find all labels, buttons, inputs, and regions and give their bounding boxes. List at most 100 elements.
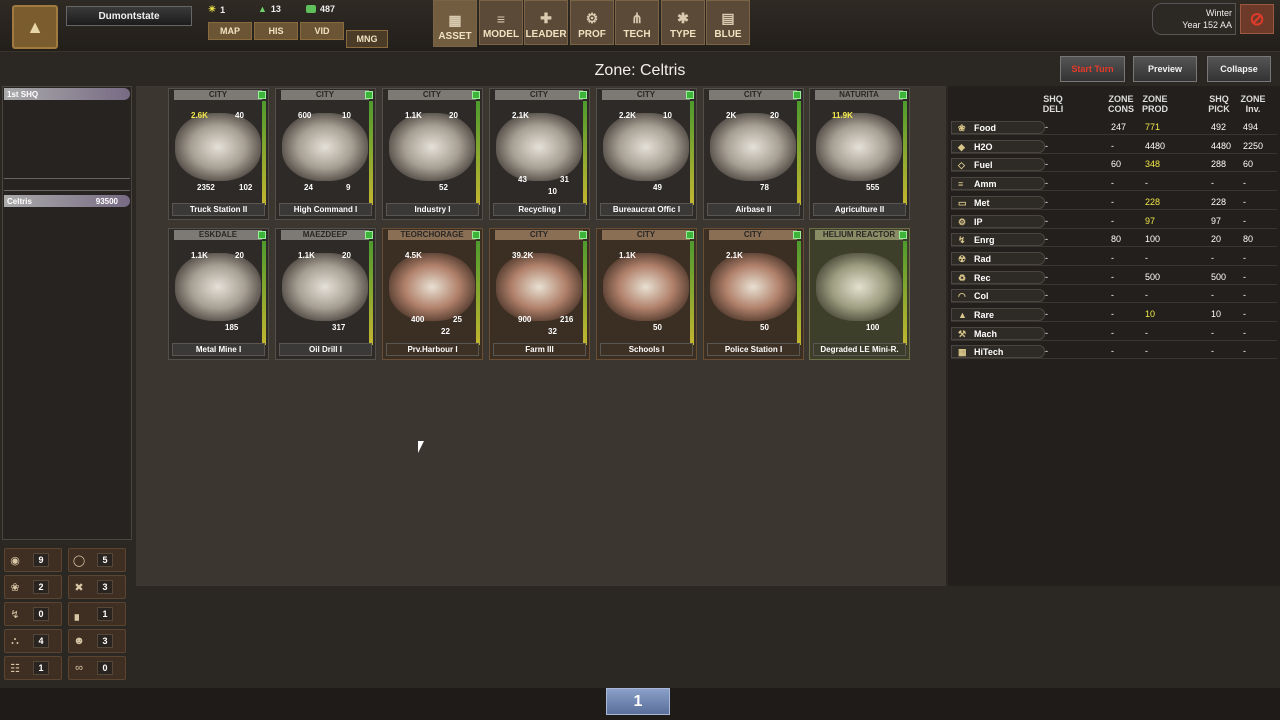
status-bar [476,241,480,345]
group-header-shq[interactable]: 1st SHQ [4,88,130,100]
card-value: 216 [560,315,574,324]
document-icon: ▤ [721,10,735,26]
nav-blue[interactable]: ▤ BLUE [706,0,750,45]
card-type: CITY [709,90,797,100]
status-led-icon [686,231,694,239]
nav-model[interactable]: ≡ MODEL [479,0,523,45]
asset-card[interactable]: HELIUM REACTOR 100 Degraded LE Mini-R. [809,228,910,360]
asset-card[interactable]: CITY 2K 20 78 Airbase II [703,88,804,220]
tab-mng[interactable]: MNG [346,30,388,48]
season-label: Winter [1205,8,1232,18]
status-led-icon [793,231,801,239]
nav-type[interactable]: ✱ TYPE [661,0,705,45]
header-line: ZONE [1240,94,1266,104]
nav-asset[interactable]: ▦ ASSET [433,0,477,47]
collapse-button[interactable]: Collapse [1207,56,1271,82]
card-value: 20 [449,111,458,120]
resource-row[interactable]: ◠ Col - - - - - [951,288,1277,304]
zone-item-celtris[interactable]: Celtris 93500 [4,195,130,207]
table-cell: - [1243,252,1246,263]
resource-label: ⚙ IP [951,214,1045,228]
resource-row[interactable]: ◇ Fuel -60 348 288 60 [951,157,1277,173]
asset-card[interactable]: CITY 2.6K 40 2352 102 Truck Station II [168,88,269,220]
nav-prof[interactable]: ⚙ PROF [570,0,614,45]
stat-bank: ⛬ 4 [4,629,62,653]
resource-cash: 487 [306,4,335,14]
card-value: 39.2K [512,251,534,260]
tab-his[interactable]: HIS [254,22,298,40]
asset-card[interactable]: CITY 1.1K 50 Schools I [596,228,697,360]
resource-row[interactable]: ⚙ IP - -97 97- [951,214,1277,229]
asset-card[interactable]: TEORCHORAGE 4.5K 400 25 22 Prv.Harbour I [382,228,483,360]
card-name: Prv.Harbour I [386,343,479,356]
table-cell: - [1045,196,1048,207]
start-turn-button[interactable]: Start Turn [1060,56,1125,82]
stat-value: 3 [97,634,113,648]
resource-label: ◆ H2O [951,139,1045,153]
table-cell: 60 [1111,159,1122,170]
asset-card[interactable]: CITY 2.2K 10 49 Bureaucrat Offic I [596,88,697,220]
card-value: 2352 [197,183,215,192]
resource-label: ▦ HiTech [951,345,1045,359]
nation-name[interactable]: Dumontstate [66,6,192,26]
card-name: Truck Station II [172,203,265,216]
radiation-icon: ☢ [958,253,967,264]
tab-vid[interactable]: VID [300,22,344,40]
header-line: ZONE [1108,94,1134,104]
card-value: 10 [548,187,557,196]
asset-card[interactable]: CITY 2.1K 50 Police Station I [703,228,804,360]
asset-image [710,113,796,181]
asset-card[interactable]: MAEZDEEP 1.1K 20 317 Oil Drill I [275,228,376,360]
status-bar [903,241,907,345]
beaker-icon: ▲ [258,4,267,14]
col-header-shq-pick: SHQ PICK [1204,94,1234,114]
resource-row[interactable]: ▲ Rare - -10 10- [951,307,1277,322]
shield-icon: ◯ [72,554,86,567]
card-type: CITY [174,90,262,100]
tab-map[interactable]: MAP [208,22,252,40]
resource-row[interactable]: ♻ Rec - -500 500- [951,270,1277,285]
cancel-icon[interactable]: ⊘ [1240,4,1274,34]
card-value: 11.9K [832,111,853,120]
ammo-icon: ≡ [958,179,964,190]
card-name: Police Station I [707,343,800,356]
resource-row[interactable]: ⚒ Mach - - - - - [951,326,1277,341]
table-cell: - [1045,346,1048,357]
asset-card[interactable]: CITY 600 10 24 9 High Command I [275,88,376,220]
nav-leader[interactable]: ✚ LEADER [524,0,568,45]
card-type: TEORCHORAGE [388,230,476,240]
preview-button[interactable]: Preview [1133,56,1197,82]
resource-row[interactable]: ▭ Met - -228 228- [951,195,1277,210]
nav-tech[interactable]: ⋔ TECH [615,0,659,45]
card-value: 52 [439,183,448,192]
asset-card[interactable]: CITY 39.2K 900 216 32 Farm III [489,228,590,360]
resource-row[interactable]: ▦ HiTech - - - - - [951,344,1277,360]
asset-card[interactable]: CITY 2.1K 43 31 10 Recycling I [489,88,590,220]
rare-icon: ▲ [958,310,967,320]
table-cell: - [1243,327,1246,338]
crossed-swords-icon: ✖ [74,581,84,594]
asset-card[interactable]: CITY 1.1K 20 52 Industry I [382,88,483,220]
stat-value: 4 [33,634,49,648]
page-button[interactable]: 1 [606,688,670,715]
asset-card[interactable]: NATURITA 11.9K 555 Agriculture II [809,88,910,220]
status-led-icon [899,231,907,239]
asset-card[interactable]: ESKDALE 1.1K 20 185 Metal Mine I [168,228,269,360]
resource-row[interactable]: ❀ Food -247 771 492 494 [951,120,1277,135]
resource-row[interactable]: ☢ Rad - - - - - [951,251,1277,266]
dome-icon: ◠ [958,291,966,302]
stat-people: ☻ 3 [68,629,126,653]
card-type: HELIUM REACTOR [815,230,903,240]
table-cell: 10 [1145,309,1156,319]
faction-emblem-icon[interactable]: ▲ [12,5,58,49]
resource-row[interactable]: ≡ Amm - - - - - [951,176,1277,192]
asset-image [816,113,902,181]
resource-row[interactable]: ↯ Enrg -80 100 20 80 [951,232,1277,248]
resource-label: ⚒ Mach [951,326,1045,340]
stat-link: ∞ 0 [68,656,126,680]
table-cell: - [1111,215,1114,226]
status-led-icon [793,91,801,99]
resource-name: HiTech [974,347,1004,358]
resource-name: Col [974,291,989,302]
resource-row[interactable]: ◆ H2O - -4480 4480 2250 [951,139,1277,154]
